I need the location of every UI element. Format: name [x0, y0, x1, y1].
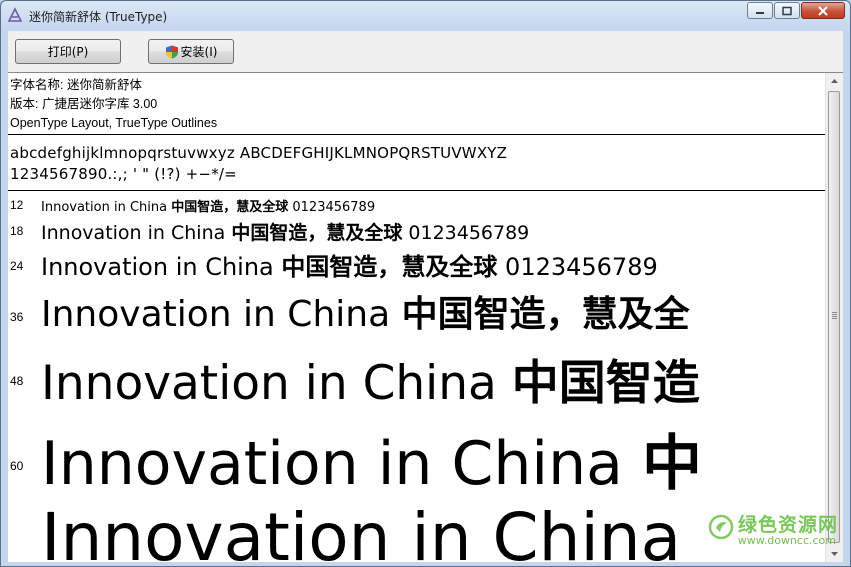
thumb-grip	[832, 314, 837, 315]
watermark-url: www.downcc.com	[737, 534, 836, 547]
sample-digits: 0123456789	[505, 253, 658, 279]
watermark-text: 绿色资源网	[737, 514, 838, 536]
font-app-icon	[7, 7, 23, 22]
thumb-grip	[832, 316, 837, 317]
scroll-up-icon[interactable]	[826, 73, 843, 90]
charset-letters: abcdefghijklmnopqrstuvwxyz ABCDEFGHIJKLM…	[10, 144, 508, 162]
sample-latin: Innovation in China	[41, 294, 391, 335]
sample-digits: 0123456789	[292, 200, 376, 215]
sample-row: 12 Innovation in China 中国智造，慧及全球 0123456…	[8, 194, 830, 216]
print-button-label: 打印(P)	[47, 45, 89, 59]
sample-row: 36 Innovation in China 中国智造，慧及全	[8, 279, 830, 341]
client-area: 打印(P) 安装(I) 字体名称: 迷你简新舒体 版本: 广捷居迷你字库 3.0…	[8, 31, 843, 562]
sample-row: 18 Innovation in China 中国智造，慧及全球 0123456…	[8, 215, 830, 243]
divider	[8, 134, 830, 135]
sample-text: Innovation in China 中国智造，慧及全	[41, 285, 690, 337]
sample-latin: Innovation in China	[41, 429, 623, 499]
sample-latin: Innovation in China	[41, 200, 168, 215]
sample-size-label: 36	[10, 310, 24, 324]
uac-shield-icon	[165, 45, 178, 58]
scrollbar-thumb[interactable]	[828, 91, 840, 543]
font-version: 版本: 广捷居迷你字库 3.00	[10, 97, 158, 111]
charset-digits: 1234567890.:,; ' " (!?) +−*/=	[10, 165, 237, 183]
sample-row: 48 Innovation in China 中国智造	[8, 341, 830, 415]
sample-cjk: 中国智造，慧及全	[401, 293, 690, 335]
sample-cjk: 中国智造	[511, 356, 700, 411]
close-icon	[818, 5, 828, 16]
maximize-icon	[782, 6, 792, 15]
vertical-scrollbar[interactable]	[825, 73, 843, 562]
sample-latin: Innovation in China	[41, 356, 497, 411]
sample-size-label: 60	[10, 459, 24, 473]
sample-latin: Innovation in China	[41, 222, 226, 243]
sample-text: Innovation in China 中国智造，慧及全球 0123456789	[41, 247, 658, 279]
font-preview-pane[interactable]: 字体名称: 迷你简新舒体 版本: 广捷居迷你字库 3.00 OpenType L…	[8, 72, 843, 562]
thumb-grip	[832, 318, 837, 319]
window-title: 迷你简新舒体 (TrueType)	[29, 10, 168, 24]
sample-text: Innovation in China 中国智造，慧及全球 0123456789	[41, 196, 375, 215]
sample-cjk: 中国智造，慧及全球	[231, 222, 403, 243]
charset-preview: abcdefghijklmnopqrstuvwxyz ABCDEFGHIJKLM…	[10, 143, 507, 185]
watermark: 绿色资源网 www.downcc.com	[708, 510, 838, 552]
install-button[interactable]: 安装(I)	[148, 39, 234, 64]
font-outlines: OpenType Layout, TrueType Outlines	[10, 116, 218, 130]
close-button[interactable]	[801, 2, 845, 19]
sample-cjk: 中国智造，慧及全球	[171, 200, 289, 215]
maximize-button[interactable]	[774, 2, 800, 19]
sample-text: Innovation in China 中国智造，慧及全球 0123456789	[41, 218, 529, 243]
divider	[8, 190, 830, 191]
toolbar: 打印(P) 安装(I)	[8, 31, 843, 71]
sample-size-label: 12	[10, 198, 24, 212]
minimize-icon	[756, 11, 764, 14]
font-name: 字体名称: 迷你简新舒体	[10, 78, 142, 92]
sample-row: 60 Innovation in China 中	[8, 415, 830, 507]
sample-size-label: 18	[10, 224, 24, 238]
sample-row: Innovation in China	[8, 505, 830, 562]
sample-text: Innovation in China	[41, 505, 681, 562]
print-button[interactable]: 打印(P)	[15, 39, 121, 64]
sample-cjk: 中	[641, 429, 702, 499]
minimize-button[interactable]	[747, 2, 773, 19]
sample-text: Innovation in China 中	[41, 415, 702, 502]
sample-text: Innovation in China 中国智造	[41, 344, 700, 413]
install-button-label: 安装(I)	[180, 45, 218, 59]
thumb-grip	[832, 312, 837, 313]
sample-latin: Innovation in China	[41, 253, 274, 279]
watermark-logo-icon	[708, 514, 734, 540]
sample-cjk: 中国智造，慧及全球	[281, 252, 498, 279]
sample-size-label: 24	[10, 259, 24, 273]
sample-latin: Innovation in China	[41, 505, 682, 562]
font-info: 字体名称: 迷你简新舒体 版本: 广捷居迷你字库 3.00 OpenType L…	[10, 76, 217, 133]
sample-digits: 0123456789	[408, 222, 530, 243]
sample-size-label: 48	[10, 374, 24, 388]
sample-row: 24 Innovation in China 中国智造，慧及全球 0123456…	[8, 243, 830, 279]
font-viewer-window: 迷你简新舒体 (TrueType) 打印(P) 安装(I) 字体名称: 迷你简新…	[0, 0, 851, 567]
title-bar[interactable]: 迷你简新舒体 (TrueType)	[1, 1, 850, 31]
